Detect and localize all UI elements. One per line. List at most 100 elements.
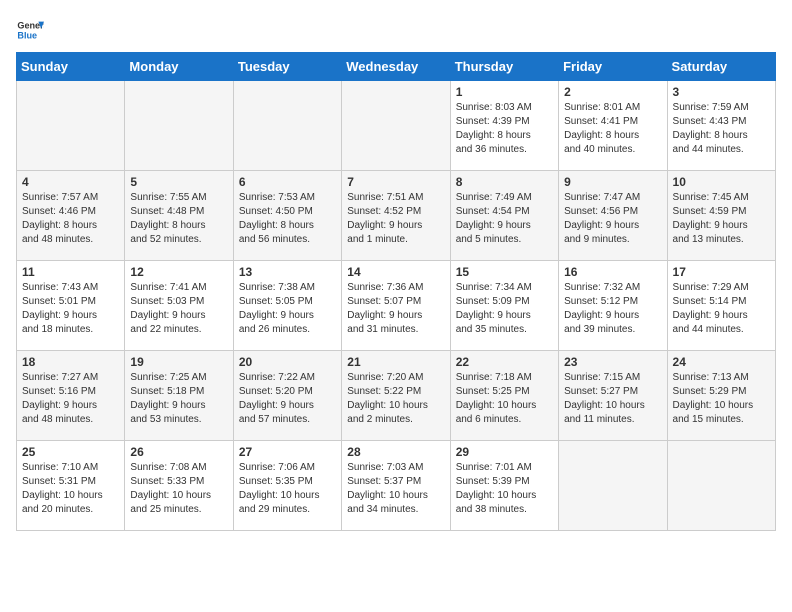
calendar-cell: 24 Sunrise: 7:13 AM Sunset: 5:29 PM Dayli… [667,351,775,441]
day-info: Sunrise: 7:57 AM Sunset: 4:46 PM Dayligh… [22,191,119,247]
day-number: 10 [673,175,770,189]
calendar-cell: 1 Sunrise: 8:03 AM Sunset: 4:39 PM Daylig… [450,81,558,171]
day-info: Sunrise: 8:03 AM Sunset: 4:39 PM Dayligh… [456,101,553,157]
day-number: 29 [456,445,553,459]
day-number: 24 [673,355,770,369]
day-info: Sunrise: 8:01 AM Sunset: 4:41 PM Dayligh… [564,101,661,157]
calendar-week-row: 18 Sunrise: 7:27 AM Sunset: 5:16 PM Dayli… [17,351,776,441]
calendar-cell [17,81,125,171]
day-info: Sunrise: 7:15 AM Sunset: 5:27 PM Dayligh… [564,371,661,427]
calendar-cell: 29 Sunrise: 7:01 AM Sunset: 5:39 PM Dayli… [450,441,558,531]
calendar-cell: 21 Sunrise: 7:20 AM Sunset: 5:22 PM Dayli… [342,351,450,441]
day-number: 16 [564,265,661,279]
calendar-cell [559,441,667,531]
day-info: Sunrise: 7:27 AM Sunset: 5:16 PM Dayligh… [22,371,119,427]
day-info: Sunrise: 7:18 AM Sunset: 5:25 PM Dayligh… [456,371,553,427]
day-info: Sunrise: 7:38 AM Sunset: 5:05 PM Dayligh… [239,281,336,337]
calendar-cell [342,81,450,171]
day-number: 18 [22,355,119,369]
calendar-cell: 22 Sunrise: 7:18 AM Sunset: 5:25 PM Dayli… [450,351,558,441]
day-info: Sunrise: 7:51 AM Sunset: 4:52 PM Dayligh… [347,191,444,247]
day-number: 6 [239,175,336,189]
calendar-cell: 12 Sunrise: 7:41 AM Sunset: 5:03 PM Dayli… [125,261,233,351]
day-info: Sunrise: 7:49 AM Sunset: 4:54 PM Dayligh… [456,191,553,247]
calendar-week-row: 11 Sunrise: 7:43 AM Sunset: 5:01 PM Dayli… [17,261,776,351]
day-info: Sunrise: 7:22 AM Sunset: 5:20 PM Dayligh… [239,371,336,427]
day-number: 26 [130,445,227,459]
calendar-table: SundayMondayTuesdayWednesdayThursdayFrid… [16,52,776,531]
day-info: Sunrise: 7:25 AM Sunset: 5:18 PM Dayligh… [130,371,227,427]
day-info: Sunrise: 7:53 AM Sunset: 4:50 PM Dayligh… [239,191,336,247]
day-number: 20 [239,355,336,369]
day-number: 25 [22,445,119,459]
logo-icon: General Blue [16,16,44,44]
calendar-cell: 20 Sunrise: 7:22 AM Sunset: 5:20 PM Dayli… [233,351,341,441]
header-cell-friday: Friday [559,53,667,81]
page-header: General Blue [16,16,776,44]
calendar-week-row: 4 Sunrise: 7:57 AM Sunset: 4:46 PM Daylig… [17,171,776,261]
calendar-cell: 3Sunrise: 7:59 AM Sunset: 4:43 PM Daylig… [667,81,775,171]
day-info: Sunrise: 7:29 AM Sunset: 5:14 PM Dayligh… [673,281,770,337]
calendar-cell: 8 Sunrise: 7:49 AM Sunset: 4:54 PM Daylig… [450,171,558,261]
header-cell-monday: Monday [125,53,233,81]
calendar-cell: 7 Sunrise: 7:51 AM Sunset: 4:52 PM Daylig… [342,171,450,261]
day-number: 2 [564,85,661,99]
header-cell-tuesday: Tuesday [233,53,341,81]
calendar-cell: 28 Sunrise: 7:03 AM Sunset: 5:37 PM Dayli… [342,441,450,531]
day-number: 4 [22,175,119,189]
calendar-cell: 13Sunrise: 7:38 AM Sunset: 5:05 PM Dayli… [233,261,341,351]
calendar-cell: 10Sunrise: 7:45 AM Sunset: 4:59 PM Dayli… [667,171,775,261]
svg-text:Blue: Blue [17,30,37,40]
day-info: Sunrise: 7:36 AM Sunset: 5:07 PM Dayligh… [347,281,444,337]
day-info: Sunrise: 7:34 AM Sunset: 5:09 PM Dayligh… [456,281,553,337]
day-number: 8 [456,175,553,189]
day-number: 27 [239,445,336,459]
day-info: Sunrise: 7:20 AM Sunset: 5:22 PM Dayligh… [347,371,444,427]
day-number: 14 [347,265,444,279]
calendar-cell: 23 Sunrise: 7:15 AM Sunset: 5:27 PM Dayli… [559,351,667,441]
calendar-cell: 11 Sunrise: 7:43 AM Sunset: 5:01 PM Dayli… [17,261,125,351]
day-number: 1 [456,85,553,99]
day-info: Sunrise: 7:47 AM Sunset: 4:56 PM Dayligh… [564,191,661,247]
calendar-cell: 19 Sunrise: 7:25 AM Sunset: 5:18 PM Dayli… [125,351,233,441]
calendar-cell: 5 Sunrise: 7:55 AM Sunset: 4:48 PM Daylig… [125,171,233,261]
day-number: 7 [347,175,444,189]
day-number: 22 [456,355,553,369]
header-cell-sunday: Sunday [17,53,125,81]
day-number: 17 [673,265,770,279]
day-number: 28 [347,445,444,459]
calendar-cell [125,81,233,171]
day-number: 21 [347,355,444,369]
day-number: 3 [673,85,770,99]
calendar-cell: 18 Sunrise: 7:27 AM Sunset: 5:16 PM Dayli… [17,351,125,441]
day-info: Sunrise: 7:13 AM Sunset: 5:29 PM Dayligh… [673,371,770,427]
day-number: 19 [130,355,227,369]
day-number: 12 [130,265,227,279]
calendar-cell: 9 Sunrise: 7:47 AM Sunset: 4:56 PM Daylig… [559,171,667,261]
day-info: Sunrise: 7:43 AM Sunset: 5:01 PM Dayligh… [22,281,119,337]
day-info: Sunrise: 7:41 AM Sunset: 5:03 PM Dayligh… [130,281,227,337]
day-info: Sunrise: 7:08 AM Sunset: 5:33 PM Dayligh… [130,461,227,517]
calendar-cell: 2 Sunrise: 8:01 AM Sunset: 4:41 PM Daylig… [559,81,667,171]
day-number: 23 [564,355,661,369]
day-info: Sunrise: 7:06 AM Sunset: 5:35 PM Dayligh… [239,461,336,517]
calendar-cell [667,441,775,531]
calendar-cell [233,81,341,171]
day-number: 11 [22,265,119,279]
calendar-cell: 14 Sunrise: 7:36 AM Sunset: 5:07 PM Dayli… [342,261,450,351]
header-cell-thursday: Thursday [450,53,558,81]
day-info: Sunrise: 7:10 AM Sunset: 5:31 PM Dayligh… [22,461,119,517]
header-cell-wednesday: Wednesday [342,53,450,81]
calendar-cell: 4 Sunrise: 7:57 AM Sunset: 4:46 PM Daylig… [17,171,125,261]
header-cell-saturday: Saturday [667,53,775,81]
day-info: Sunrise: 7:55 AM Sunset: 4:48 PM Dayligh… [130,191,227,247]
day-number: 15 [456,265,553,279]
calendar-cell: 26 Sunrise: 7:08 AM Sunset: 5:33 PM Dayli… [125,441,233,531]
day-info: Sunrise: 7:01 AM Sunset: 5:39 PM Dayligh… [456,461,553,517]
day-info: Sunrise: 7:03 AM Sunset: 5:37 PM Dayligh… [347,461,444,517]
calendar-cell: 17 Sunrise: 7:29 AM Sunset: 5:14 PM Dayli… [667,261,775,351]
calendar-header-row: SundayMondayTuesdayWednesdayThursdayFrid… [17,53,776,81]
logo: General Blue [16,16,48,44]
day-number: 9 [564,175,661,189]
day-number: 5 [130,175,227,189]
